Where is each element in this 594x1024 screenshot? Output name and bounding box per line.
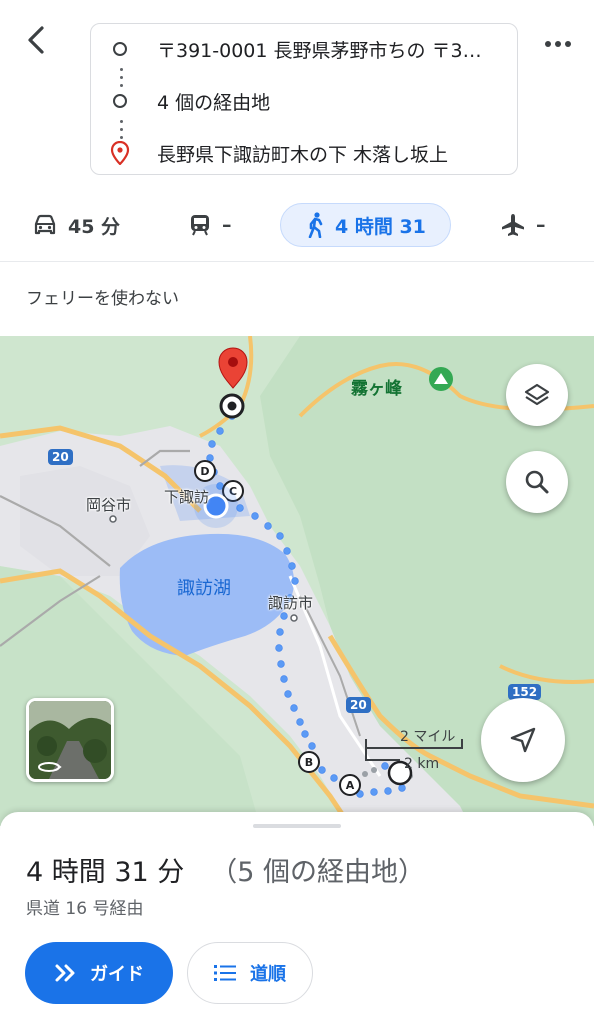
mode-walk[interactable]: 4 時間 31 xyxy=(280,203,451,247)
waypoint-b[interactable]: B xyxy=(305,756,313,769)
layers-button[interactable] xyxy=(506,364,568,426)
walk-icon xyxy=(308,212,323,238)
label-shimosuwa: 下諏訪 xyxy=(164,488,210,506)
walk-total-duration: 4 時間 31 分 xyxy=(26,857,185,888)
origin-circle-icon xyxy=(113,42,127,56)
layers-icon xyxy=(524,383,550,406)
route-summary: 4 時間 31 分 （5 個の経由地） xyxy=(26,850,425,889)
flight-icon xyxy=(502,214,524,236)
car-duration: 45 分 xyxy=(68,215,121,238)
more-options-button[interactable] xyxy=(540,30,576,58)
origin-text: 〒391-0001 長野県茅野市ちの 〒3… xyxy=(157,39,482,62)
steps-label: 道順 xyxy=(250,964,286,985)
route-summary-sheet[interactable]: 4 時間 31 分 （5 個の経由地） 県道 16 号経由 ガイド 道順 xyxy=(0,812,594,1024)
more-dots-icon xyxy=(555,41,561,47)
map-view[interactable]: D C B A 霧ヶ峰 岡谷市 下諏訪 諏訪湖 諏訪市 20 20 152 2 … xyxy=(0,336,594,826)
arrow-back-icon xyxy=(28,26,44,54)
scale-km: 2 km xyxy=(404,756,440,772)
route-card: 〒391-0001 長野県茅野市ちの 〒3… 4 個の経由地 長野県下諏訪町木の… xyxy=(90,23,518,175)
waypoints-text: 4 個の経由地 xyxy=(157,91,271,114)
label-kirigamine: 霧ヶ峰 xyxy=(351,379,402,399)
steps-button[interactable]: 道順 xyxy=(187,942,313,1004)
via-road: 県道 16 号経由 xyxy=(26,899,144,919)
scale-miles: 2 マイル xyxy=(400,729,456,745)
label-okaya: 岡谷市 xyxy=(86,496,132,514)
more-dots-icon xyxy=(545,41,551,47)
my-location-button[interactable] xyxy=(481,698,565,782)
walk-duration: 4 時間 31 xyxy=(335,215,426,238)
flight-duration: – xyxy=(536,214,546,236)
transit-duration: – xyxy=(222,214,232,236)
search-icon xyxy=(525,470,549,494)
double-chevron-icon xyxy=(55,964,75,982)
label-suwa: 諏訪市 xyxy=(268,594,314,612)
waypoint-count: （5 個の経由地） xyxy=(210,857,426,888)
origin-field[interactable]: 〒391-0001 長野県茅野市ちの 〒3… xyxy=(91,29,517,69)
street-view-image xyxy=(29,701,111,779)
waypoint-a[interactable]: A xyxy=(346,779,355,792)
route-shield-20: 20 xyxy=(346,697,371,713)
car-icon xyxy=(34,214,56,235)
waypoint-circle-icon xyxy=(113,94,127,108)
guide-button[interactable]: ガイド xyxy=(25,942,173,1004)
destination-text: 長野県下諏訪町木の下 木落し坂上 xyxy=(157,143,449,166)
train-icon xyxy=(191,215,209,236)
sheet-drag-handle[interactable] xyxy=(253,824,341,828)
travel-mode-bar: 45 分 – 4 時間 31 – xyxy=(0,198,594,252)
mode-transit[interactable]: – xyxy=(188,198,232,252)
list-icon xyxy=(214,965,236,981)
mode-car[interactable]: 45 分 xyxy=(32,198,120,252)
search-button[interactable] xyxy=(506,451,568,513)
destination-pin-icon xyxy=(110,141,130,165)
mode-flight[interactable]: – xyxy=(500,198,546,252)
street-view-thumbnail[interactable] xyxy=(26,698,114,782)
back-button[interactable] xyxy=(18,22,54,58)
avoid-ferries-option[interactable]: フェリーを使わない xyxy=(26,284,179,309)
divider xyxy=(0,261,594,262)
more-dots-icon xyxy=(565,41,571,47)
label-suwako: 諏訪湖 xyxy=(177,578,231,599)
route-shield-20: 20 xyxy=(48,449,73,465)
guide-label: ガイド xyxy=(90,964,144,985)
destination-field[interactable]: 長野県下諏訪町木の下 木落し坂上 xyxy=(91,133,517,173)
navigation-arrow-icon xyxy=(510,727,536,753)
waypoint-d[interactable]: D xyxy=(200,465,209,478)
waypoints-field[interactable]: 4 個の経由地 xyxy=(91,81,517,121)
